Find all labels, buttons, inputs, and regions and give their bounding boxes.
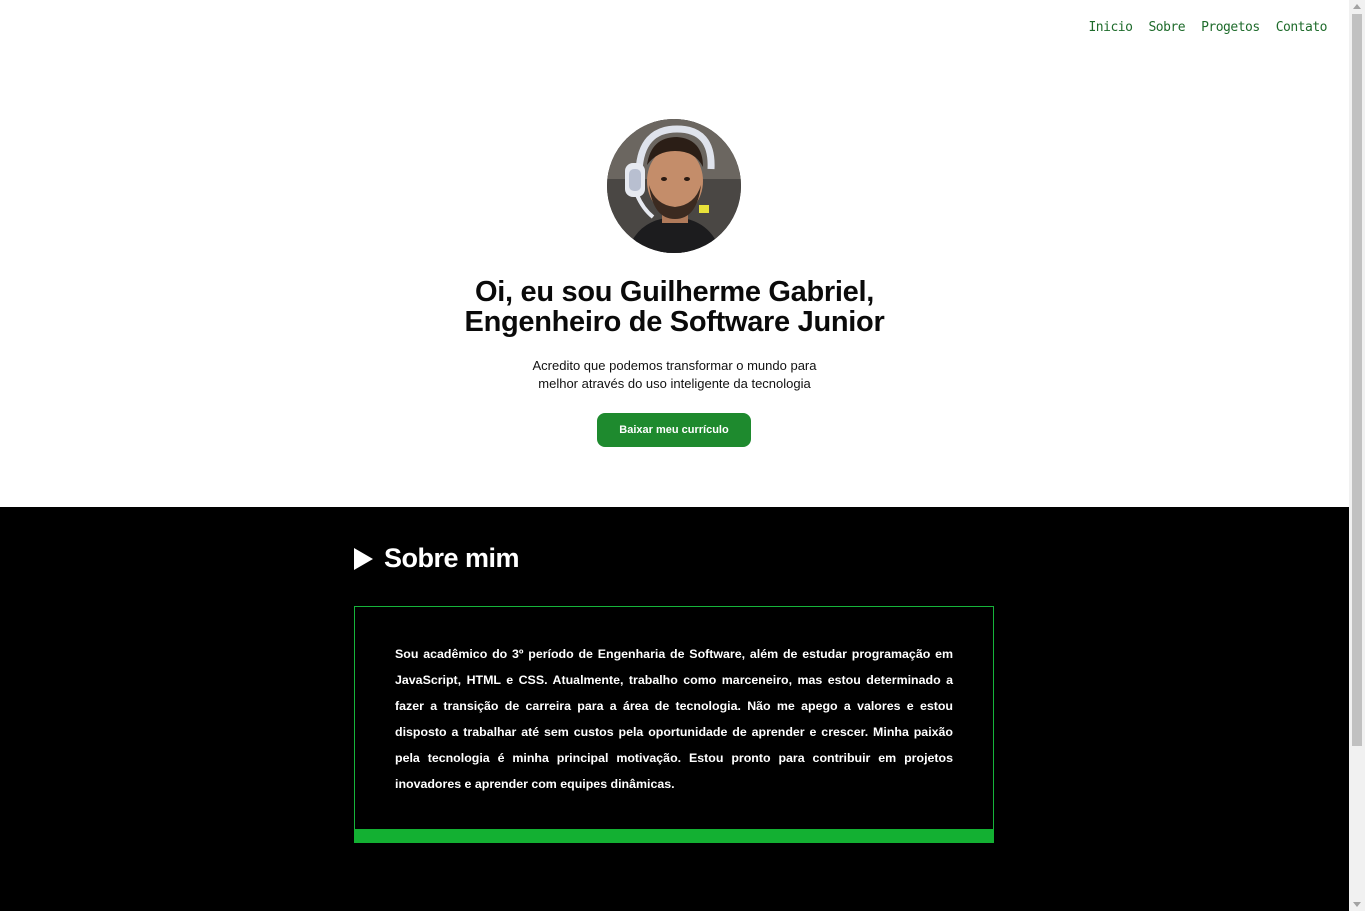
avatar: [607, 119, 741, 253]
about-card: Sou acadêmico do 3º período de Engenhari…: [354, 606, 994, 843]
hero-section: Inicio Sobre Progetos Contato Oi, eu sou…: [0, 0, 1349, 507]
play-icon: [354, 547, 373, 570]
hero-headline-line2: Engenheiro de Software Junior: [464, 306, 885, 338]
scrollbar-thumb[interactable]: [1352, 14, 1362, 746]
nav-link-progetos[interactable]: Progetos: [1201, 20, 1260, 35]
download-cv-button[interactable]: Baixar meu currículo: [597, 413, 751, 447]
hero-tagline-line2: melhor através do uso inteligente da tec…: [538, 376, 811, 391]
nav-link-sobre[interactable]: Sobre: [1148, 20, 1185, 35]
profile-photo-icon: [607, 119, 741, 253]
scroll-up-icon[interactable]: [1353, 4, 1361, 9]
page: Inicio Sobre Progetos Contato Oi, eu sou…: [0, 0, 1349, 911]
about-text: Sou acadêmico do 3º período de Engenhari…: [395, 647, 953, 791]
nav-link-contato[interactable]: Contato: [1276, 20, 1328, 35]
top-nav: Inicio Sobre Progetos Contato: [1088, 20, 1327, 35]
hero-headline: Oi, eu sou Guilherme Gabriel, Engenheiro…: [0, 277, 1349, 337]
scroll-down-icon[interactable]: [1353, 902, 1361, 907]
about-card-accent-bar: [354, 829, 994, 843]
about-section: Sobre mim Sou acadêmico do 3º período de…: [0, 507, 1349, 911]
hero-tagline: Acredito que podemos transformar o mundo…: [0, 357, 1349, 393]
hero-headline-line1: Oi, eu sou Guilherme Gabriel,: [474, 276, 874, 308]
about-title: Sobre mim: [384, 543, 520, 573]
about-heading: Sobre mim: [354, 543, 520, 574]
hero-tagline-line1: Acredito que podemos transformar o mundo…: [532, 358, 817, 373]
page-scrollbar[interactable]: [1349, 0, 1365, 911]
nav-link-inicio[interactable]: Inicio: [1088, 20, 1132, 35]
